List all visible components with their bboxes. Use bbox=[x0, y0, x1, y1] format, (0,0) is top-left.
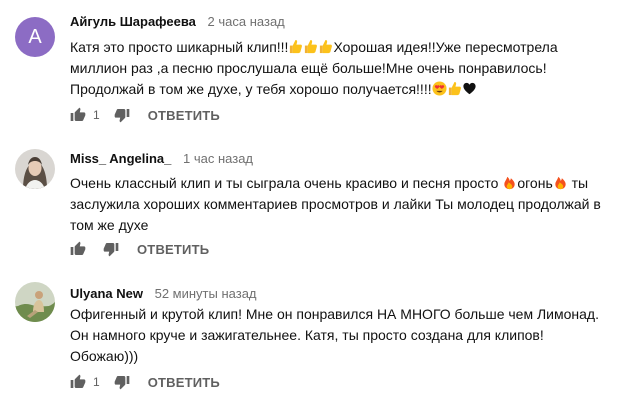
comment-text-part: Очень классный клип и ты сыграла очень к… bbox=[70, 175, 503, 191]
comment-item: Miss_ Angelina_ 1 час назад Очень классн… bbox=[0, 135, 620, 265]
timestamp[interactable]: 1 час назад bbox=[183, 151, 253, 166]
thumbs-up-emoji bbox=[290, 39, 303, 54]
thumbs-up-emoji bbox=[448, 81, 461, 96]
avatar-letter: А bbox=[28, 25, 42, 48]
fire-emoji bbox=[555, 176, 566, 190]
thumb-up-icon[interactable] bbox=[70, 107, 86, 123]
author-name[interactable]: Ulyana New bbox=[70, 286, 143, 301]
fire-emoji bbox=[504, 176, 515, 190]
comment-text: Офигенный и крутой клип! Мне он понравил… bbox=[70, 304, 610, 367]
avatar[interactable] bbox=[15, 149, 55, 189]
timestamp[interactable]: 2 часа назад bbox=[208, 14, 285, 29]
comment-item: Ulyana New 52 минуты назад Офигенный и к… bbox=[0, 265, 620, 413]
thumb-down-icon[interactable] bbox=[114, 374, 130, 390]
timestamp[interactable]: 52 минуты назад bbox=[155, 286, 257, 301]
comment-text: Катя это просто шикарный клип!!! Хорошая … bbox=[70, 37, 610, 100]
thumbs-up-emoji bbox=[305, 39, 318, 54]
avatar[interactable]: А bbox=[15, 17, 55, 57]
avatar-photo bbox=[15, 282, 55, 322]
thumb-down-icon[interactable] bbox=[114, 107, 130, 123]
author-name[interactable]: Miss_ Angelina_ bbox=[70, 151, 171, 166]
comment-text: Очень классный клип и ты сыграла очень к… bbox=[70, 173, 610, 236]
comment-item: А Айгуль Шарафеева 2 часа назад Катя это… bbox=[0, 0, 620, 135]
comment-actions: 1 ОТВЕТИТЬ bbox=[70, 105, 220, 125]
heart-eyes-emoji bbox=[432, 81, 447, 96]
comment-text-part: огонь bbox=[517, 175, 553, 191]
reply-button[interactable]: ОТВЕТИТЬ bbox=[148, 108, 220, 123]
comment-text-part: Офигенный и крутой клип! Мне он понравил… bbox=[70, 306, 599, 364]
comment-header: Miss_ Angelina_ 1 час назад bbox=[70, 151, 253, 166]
avatar-photo bbox=[15, 149, 55, 189]
avatar[interactable] bbox=[15, 282, 55, 322]
comment-actions: 1 ОТВЕТИТЬ bbox=[70, 372, 220, 392]
reply-button[interactable]: ОТВЕТИТЬ bbox=[137, 242, 209, 257]
thumb-up-icon[interactable] bbox=[70, 374, 86, 390]
comment-text-part: Катя это просто шикарный клип!!! bbox=[70, 39, 289, 55]
comment-actions: ОТВЕТИТЬ bbox=[70, 239, 209, 259]
black-heart-emoji bbox=[463, 82, 476, 95]
thumb-down-icon[interactable] bbox=[103, 241, 119, 257]
author-name[interactable]: Айгуль Шарафеева bbox=[70, 14, 196, 29]
thumbs-up-emoji bbox=[320, 39, 333, 54]
reply-button[interactable]: ОТВЕТИТЬ bbox=[148, 375, 220, 390]
like-count: 1 bbox=[93, 375, 100, 389]
comment-header: Айгуль Шарафеева 2 часа назад bbox=[70, 14, 285, 29]
like-count: 1 bbox=[93, 108, 100, 122]
comment-header: Ulyana New 52 минуты назад bbox=[70, 286, 257, 301]
thumb-up-icon[interactable] bbox=[70, 241, 86, 257]
